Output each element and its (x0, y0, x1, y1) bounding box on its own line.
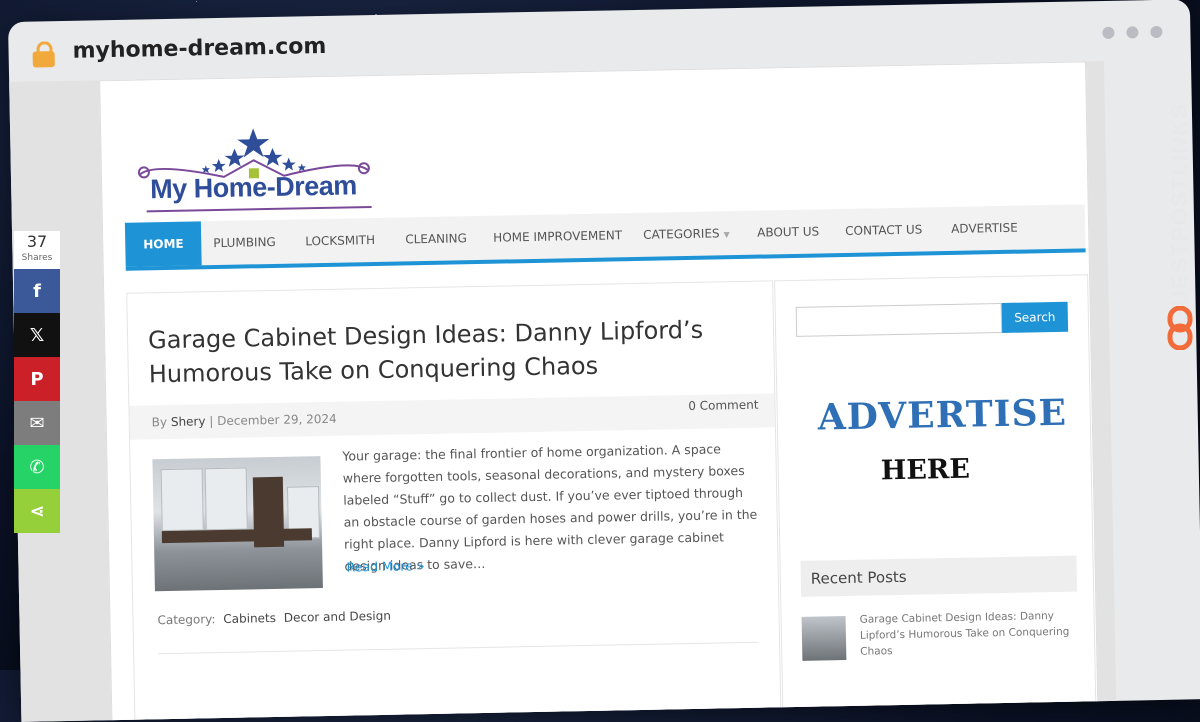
category-label: Category: (157, 612, 216, 628)
nav-item-label: LOCKSMITH (305, 232, 376, 249)
nav-item-label: CLEANING (405, 231, 468, 247)
nav-item-home[interactable]: HOME (124, 221, 203, 267)
window-dot-icon[interactable] (1102, 26, 1115, 39)
window-dot-icon[interactable] (1150, 25, 1163, 39)
byline-separator: | (209, 414, 214, 429)
byline-prefix: By (151, 415, 168, 430)
article-date[interactable]: December 29, 2024 (217, 412, 337, 428)
share-share-button[interactable]: ⋖ (14, 489, 60, 533)
pinterest-share-button[interactable]: P (14, 357, 60, 401)
nav-item-about-us[interactable]: ABOUT US (739, 209, 838, 255)
nav-item-label: CONTACT US (845, 222, 923, 238)
nav-item-cleaning[interactable]: CLEANING (387, 216, 485, 262)
chevron-down-icon: ▼ (723, 230, 730, 240)
nav-item-label: HOME IMPROVEMENT (493, 228, 623, 245)
nav-item-home-improvement[interactable]: HOME IMPROVEMENT (475, 213, 641, 260)
address-bar-url[interactable]: myhome-dream.com (72, 34, 326, 64)
site-header: My Home-Dream (123, 84, 1085, 222)
share-count-label: Shares (21, 253, 53, 263)
site-logo[interactable]: My Home-Dream (133, 118, 375, 223)
nav-item-label: ABOUT US (757, 224, 820, 240)
chain-link-icon (1167, 306, 1193, 350)
share-bar: 37 Shares f 𝕏 P ✉ ✆ ⋖ (14, 231, 66, 533)
article-meta: By Shery | December 29, 2024 0 Comment (129, 393, 775, 440)
divider (158, 641, 759, 655)
search-input[interactable] (795, 302, 1003, 337)
article-title[interactable]: Garage Cabinet Design Ideas: Danny Lipfo… (148, 312, 749, 392)
nav-item-contact-us[interactable]: CONTACT US (827, 207, 941, 253)
advertise-here-text: HERE (880, 453, 971, 487)
whatsapp-share-button[interactable]: ✆ (14, 445, 60, 489)
nav-item-categories[interactable]: CATEGORIES ▼ (625, 211, 748, 257)
nav-item-plumbing[interactable]: PLUMBING (195, 220, 294, 266)
share-count-number: 37 (26, 232, 48, 251)
guestpostlinks-brand: GUESTPOSTLINKS (1162, 56, 1198, 356)
article-byline: By Shery | December 29, 2024 (152, 412, 337, 430)
sidebar: Search ADVERTISE HERE Recent Posts Garag… (774, 274, 1097, 722)
article-categories: Category: Cabinets Decor and Design (157, 609, 391, 627)
recent-posts-heading: Recent Posts (800, 555, 1078, 597)
comment-count-link[interactable]: 0 Comment (688, 398, 759, 413)
share-count: 37 Shares (14, 231, 60, 269)
nav-item-label: PLUMBING (213, 234, 276, 251)
lock-icon (32, 41, 55, 68)
browser-window: myhome-dream.com My Home-Dream HOME PLUM… (8, 0, 1200, 722)
nav-item-advertise[interactable]: ADVERTISE (933, 205, 1036, 251)
nav-item-label: HOME (143, 236, 184, 252)
logo-text: My Home-Dream (149, 170, 358, 205)
nav-item-locksmith[interactable]: LOCKSMITH (287, 218, 394, 264)
nav-item-label: CATEGORIES (643, 226, 720, 242)
window-dot-icon[interactable] (1126, 26, 1139, 39)
star-dot (195, 0, 198, 2)
article-thumbnail[interactable] (152, 456, 323, 592)
article-card: Garage Cabinet Design Ideas: Danny Lipfo… (126, 280, 782, 722)
email-share-button[interactable]: ✉ (14, 401, 60, 445)
author-link[interactable]: Shery (171, 414, 206, 429)
category-link[interactable]: Decor and Design (284, 609, 391, 625)
article-excerpt: Your garage: the final frontier of home … (342, 441, 758, 574)
x-share-button[interactable]: 𝕏 (14, 313, 60, 357)
category-link[interactable]: Cabinets (223, 611, 276, 626)
read-more-link[interactable]: Read More » (346, 558, 424, 574)
brand-text: GUESTPOSTLINKS (1167, 102, 1192, 325)
recent-post-link[interactable]: Garage Cabinet Design Ideas: Danny Lipfo… (859, 608, 1070, 660)
advertise-text: ADVERTISE (817, 391, 1068, 439)
advertise-banner[interactable]: ADVERTISE HERE (807, 376, 1070, 541)
nav-item-label: ADVERTISE (951, 220, 1018, 236)
window-controls (1102, 25, 1163, 39)
web-page: My Home-Dream HOME PLUMBING LOCKSMITH CLEAN… (99, 61, 1099, 722)
browser-viewport: My Home-Dream HOME PLUMBING LOCKSMITH CLEAN… (9, 60, 1117, 722)
recent-post-thumbnail[interactable] (801, 616, 847, 661)
search-button[interactable]: Search (1001, 301, 1069, 333)
facebook-share-button[interactable]: f (14, 269, 60, 313)
